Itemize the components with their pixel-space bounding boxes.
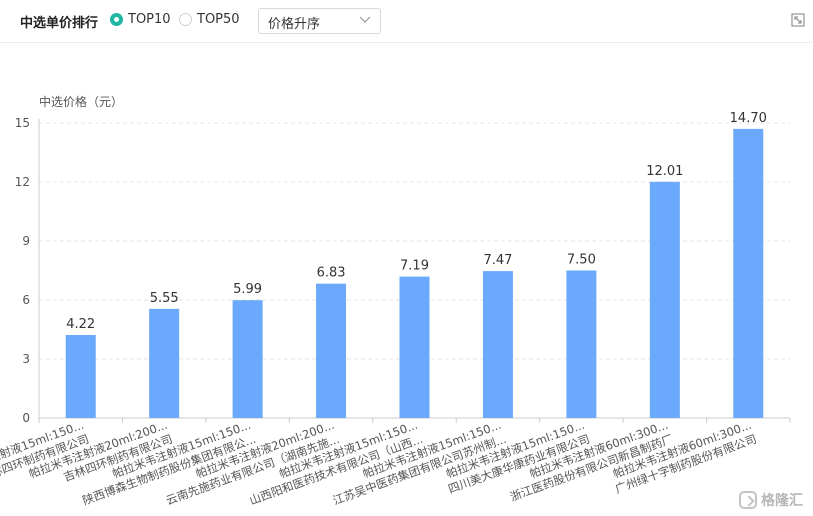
bar — [566, 270, 597, 418]
bar — [149, 308, 180, 418]
bar — [649, 181, 680, 418]
bar-value-label: 5.55 — [150, 291, 179, 306]
bar-value-label: 4.22 — [66, 317, 95, 332]
bar-value-label: 7.19 — [400, 259, 429, 274]
bar-value-label: 14.70 — [730, 111, 767, 126]
bar — [316, 283, 347, 418]
y-axis-title: 中选价格（元） — [39, 94, 123, 109]
bar-value-label: 5.99 — [233, 282, 262, 297]
y-tick-label: 12 — [15, 175, 30, 189]
bar-chart: 中选价格（元）036912154.22帕拉米韦注射液15ml:150...吉林四… — [0, 94, 791, 508]
bar — [65, 335, 96, 418]
bar-value-label: 6.83 — [317, 266, 346, 281]
watermark-text: 格隆汇 — [761, 493, 803, 509]
bar — [482, 271, 513, 418]
bar-value-label: 7.50 — [567, 253, 596, 268]
y-tick-label: 9 — [22, 234, 30, 248]
y-tick-label: 3 — [22, 352, 30, 366]
y-tick-label: 15 — [15, 116, 30, 130]
y-tick-label: 0 — [22, 411, 30, 425]
bar — [399, 276, 430, 418]
bar-value-label: 7.47 — [483, 253, 512, 268]
bar-value-label: 12.01 — [646, 164, 683, 179]
y-tick-label: 6 — [22, 293, 30, 307]
glh-logo-icon — [739, 491, 757, 509]
bar — [733, 128, 764, 418]
bar — [232, 300, 263, 418]
watermark: 格隆汇 — [739, 490, 803, 510]
